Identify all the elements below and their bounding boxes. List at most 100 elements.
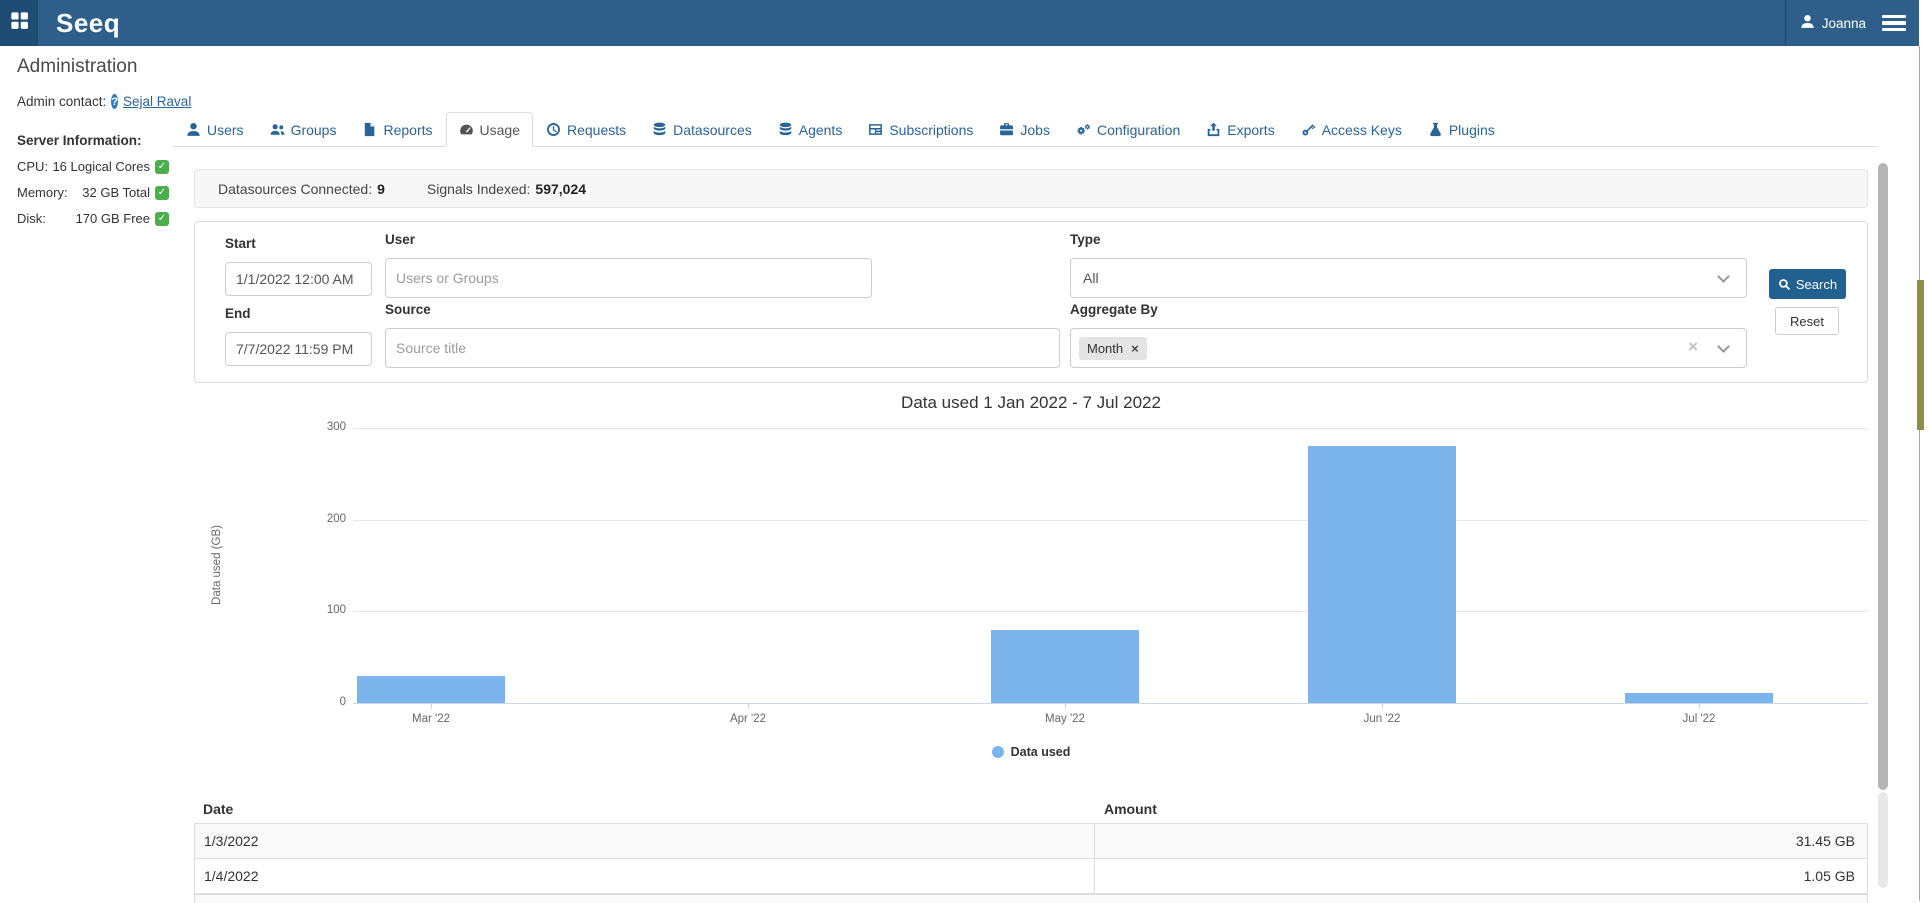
chip-remove-icon[interactable]: × (1131, 341, 1139, 356)
tab-users[interactable]: Users (173, 112, 257, 147)
newspaper-icon (868, 122, 883, 137)
table-header-date: Date (194, 801, 1093, 817)
cell-date: 1/4/2022 (195, 868, 1094, 884)
database-icon (652, 122, 667, 137)
search-button[interactable]: Search (1769, 269, 1846, 299)
signals-indexed-label: Signals Indexed: (427, 181, 531, 197)
clear-selection-icon[interactable]: × (1688, 337, 1698, 357)
aggregate-by-select[interactable]: Month × × (1070, 328, 1747, 368)
user-input[interactable] (385, 258, 872, 298)
table-header-row: Date Amount (194, 794, 1868, 824)
type-select[interactable]: All (1070, 258, 1747, 298)
source-label: Source (385, 302, 431, 317)
tab-jobs[interactable]: Jobs (986, 112, 1063, 147)
user-icon (186, 122, 201, 137)
tab-requests[interactable]: Requests (533, 112, 639, 147)
y-axis-title: Data used (GB) (211, 525, 223, 605)
seeq-logo[interactable]: Seeq (56, 8, 120, 39)
tab-label: Access Keys (1322, 122, 1402, 138)
end-label: End (225, 306, 251, 321)
tab-subscriptions[interactable]: Subscriptions (855, 112, 986, 147)
key-icon (1301, 122, 1316, 137)
user-icon (1800, 14, 1815, 32)
tab-usage[interactable]: Usage (446, 112, 533, 147)
tab-label: Configuration (1097, 122, 1180, 138)
legend-item-data-used[interactable]: Data used (194, 745, 1868, 759)
panel-scrollbar-thumb[interactable] (1878, 163, 1888, 790)
server-row-value: 32 GB Total (82, 185, 150, 200)
tab-reports[interactable]: Reports (349, 112, 445, 147)
gauge-icon (459, 122, 474, 137)
tab-label: Exports (1227, 122, 1274, 138)
y-tick-label: 200 (298, 513, 346, 525)
tab-agents[interactable]: Agents (765, 112, 856, 147)
flask-icon (1428, 122, 1443, 137)
server-info-heading: Server Information: (17, 133, 173, 148)
bar-mar22 (357, 676, 505, 704)
check-icon: ✓ (155, 212, 169, 226)
aggregate-chip-month: Month × (1079, 337, 1147, 360)
cell-date: 1/3/2022 (195, 833, 1094, 849)
hamburger-menu-icon[interactable] (1882, 15, 1906, 32)
gridline (353, 428, 1868, 429)
group-icon (270, 122, 285, 137)
page-title: Administration (17, 56, 173, 78)
check-icon: ✓ (155, 186, 169, 200)
type-label: Type (1070, 232, 1101, 247)
start-date-input[interactable] (225, 262, 372, 296)
user-menu[interactable]: Joanna (1785, 0, 1882, 46)
gridline (353, 611, 1868, 612)
chevron-down-icon (1717, 340, 1730, 353)
x-tick (748, 703, 749, 709)
tab-label: Reports (383, 122, 432, 138)
user-label: User (385, 232, 415, 247)
tab-label: Agents (799, 122, 843, 138)
cell-amount: 1.05 GB (1094, 859, 1867, 893)
datasources-connected-value: 9 (377, 181, 385, 197)
tab-label: Plugins (1449, 122, 1495, 138)
app-launcher-button[interactable] (0, 0, 38, 46)
search-icon (1778, 278, 1791, 291)
tab-label: Subscriptions (889, 122, 973, 138)
tab-access-keys[interactable]: Access Keys (1288, 112, 1415, 147)
check-icon: ✓ (155, 160, 169, 174)
server-row-value: 170 GB Free (76, 211, 150, 226)
chevron-down-icon (1717, 270, 1730, 283)
export-icon (1206, 122, 1221, 137)
admin-sidebar: Administration Admin contact: ? Sejal Ra… (17, 56, 173, 226)
tab-label: Requests (567, 122, 626, 138)
gears-icon (1076, 122, 1091, 137)
aggregate-by-label: Aggregate By (1070, 302, 1158, 317)
table-header-amount: Amount (1093, 801, 1868, 817)
usage-chart: Data used 1 Jan 2022 - 7 Jul 2022 Data u… (194, 391, 1868, 778)
x-tick (1699, 703, 1700, 709)
window-scrollbar-thumb[interactable] (1917, 280, 1924, 430)
tab-label: Users (207, 122, 244, 138)
tab-label: Usage (480, 122, 520, 138)
x-tick (431, 703, 432, 709)
tab-groups[interactable]: Groups (257, 112, 350, 147)
x-tick-label: Jul '22 (1659, 713, 1739, 725)
reset-button[interactable]: Reset (1775, 307, 1839, 335)
top-navbar: Seeq Joanna (0, 0, 1919, 46)
server-info-row: CPU: 16 Logical Cores ✓ (17, 159, 169, 174)
tab-plugins[interactable]: Plugins (1415, 112, 1508, 147)
x-tick-label: Apr '22 (708, 713, 788, 725)
user-name: Joanna (1822, 16, 1866, 31)
tab-label: Groups (291, 122, 337, 138)
window-scrollbar-track (1919, 46, 1920, 901)
table-row: 1/3/2022 31.45 GB (194, 824, 1868, 859)
tab-configuration[interactable]: Configuration (1063, 112, 1193, 147)
x-tick-label: May '22 (1025, 713, 1105, 725)
y-tick-label: 100 (298, 604, 346, 616)
tab-exports[interactable]: Exports (1193, 112, 1287, 147)
tab-datasources[interactable]: Datasources (639, 112, 765, 147)
panel-scrollbar-track (1878, 792, 1888, 888)
end-date-input[interactable] (225, 332, 372, 366)
source-input[interactable] (385, 328, 1060, 368)
server-row-label: CPU: (17, 159, 48, 174)
briefcase-icon (999, 122, 1014, 137)
server-row-label: Memory: (17, 185, 68, 200)
file-icon (362, 122, 377, 137)
datasources-connected-label: Datasources Connected: (218, 181, 372, 197)
